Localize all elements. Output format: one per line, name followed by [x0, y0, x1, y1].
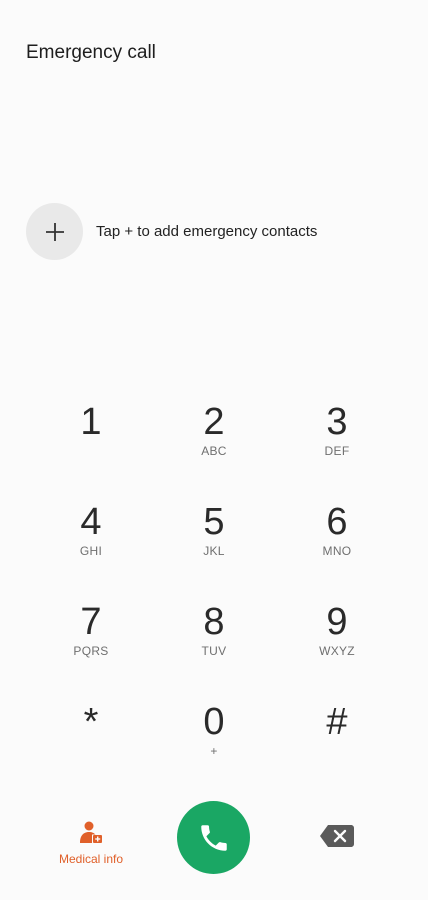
- plus-icon: [45, 222, 64, 241]
- key-letters: PQRS: [73, 644, 109, 658]
- key-letters: WXYZ: [319, 644, 355, 658]
- key-1[interactable]: 1: [46, 400, 136, 480]
- keypad-row: 7 PQRS 8 TUV 9 WXYZ: [0, 600, 428, 700]
- key-letters: +: [210, 744, 218, 758]
- dial-keypad: 1 2 ABC 3 DEF 4 GHI 5 JKL 6 MNO 7 PQRS 8…: [0, 400, 428, 800]
- key-digit: 5: [203, 501, 225, 543]
- key-letters: ABC: [201, 444, 227, 458]
- key-digit: 9: [326, 601, 348, 643]
- key-5[interactable]: 5 JKL: [169, 500, 259, 580]
- keypad-row: 4 GHI 5 JKL 6 MNO: [0, 500, 428, 600]
- page-title: Emergency call: [26, 42, 156, 63]
- key-digit: 1: [80, 401, 102, 443]
- key-digit: 0: [203, 701, 225, 743]
- key-3[interactable]: 3 DEF: [292, 400, 382, 480]
- key-letters: GHI: [79, 544, 103, 558]
- key-letters: JKL: [203, 544, 225, 558]
- medical-info-button[interactable]: Medical info: [54, 820, 128, 866]
- key-digit: #: [326, 701, 348, 743]
- keypad-row: * 0 + #: [0, 700, 428, 800]
- backspace-button[interactable]: [318, 824, 356, 848]
- key-digit: 8: [203, 601, 225, 643]
- add-contact-button[interactable]: [26, 203, 83, 260]
- key-8[interactable]: 8 TUV: [169, 600, 259, 680]
- key-digit: 6: [326, 501, 348, 543]
- key-letters: DEF: [324, 444, 350, 458]
- add-emergency-contact-row: Tap + to add emergency contacts: [26, 203, 317, 260]
- emergency-call-button[interactable]: [177, 801, 250, 874]
- add-contact-hint: Tap + to add emergency contacts: [96, 223, 318, 240]
- key-digit: 2: [203, 401, 225, 443]
- bottom-action-bar: Medical info: [0, 800, 428, 880]
- key-digit: *: [83, 701, 99, 743]
- key-digit: 3: [326, 401, 348, 443]
- phone-icon: [200, 824, 227, 851]
- key-hash[interactable]: #: [292, 700, 382, 780]
- key-2[interactable]: 2 ABC: [169, 400, 259, 480]
- key-digit: 7: [80, 601, 102, 643]
- medical-person-icon: [80, 821, 102, 843]
- medical-info-label: Medical info: [58, 852, 124, 866]
- keypad-row: 1 2 ABC 3 DEF: [0, 400, 428, 500]
- key-star[interactable]: *: [46, 700, 136, 780]
- key-letters: TUV: [201, 644, 227, 658]
- key-0[interactable]: 0 +: [169, 700, 259, 780]
- key-4[interactable]: 4 GHI: [46, 500, 136, 580]
- backspace-icon: [320, 825, 354, 847]
- key-6[interactable]: 6 MNO: [292, 500, 382, 580]
- key-9[interactable]: 9 WXYZ: [292, 600, 382, 680]
- key-7[interactable]: 7 PQRS: [46, 600, 136, 680]
- key-letters: MNO: [322, 544, 352, 558]
- key-digit: 4: [80, 501, 102, 543]
